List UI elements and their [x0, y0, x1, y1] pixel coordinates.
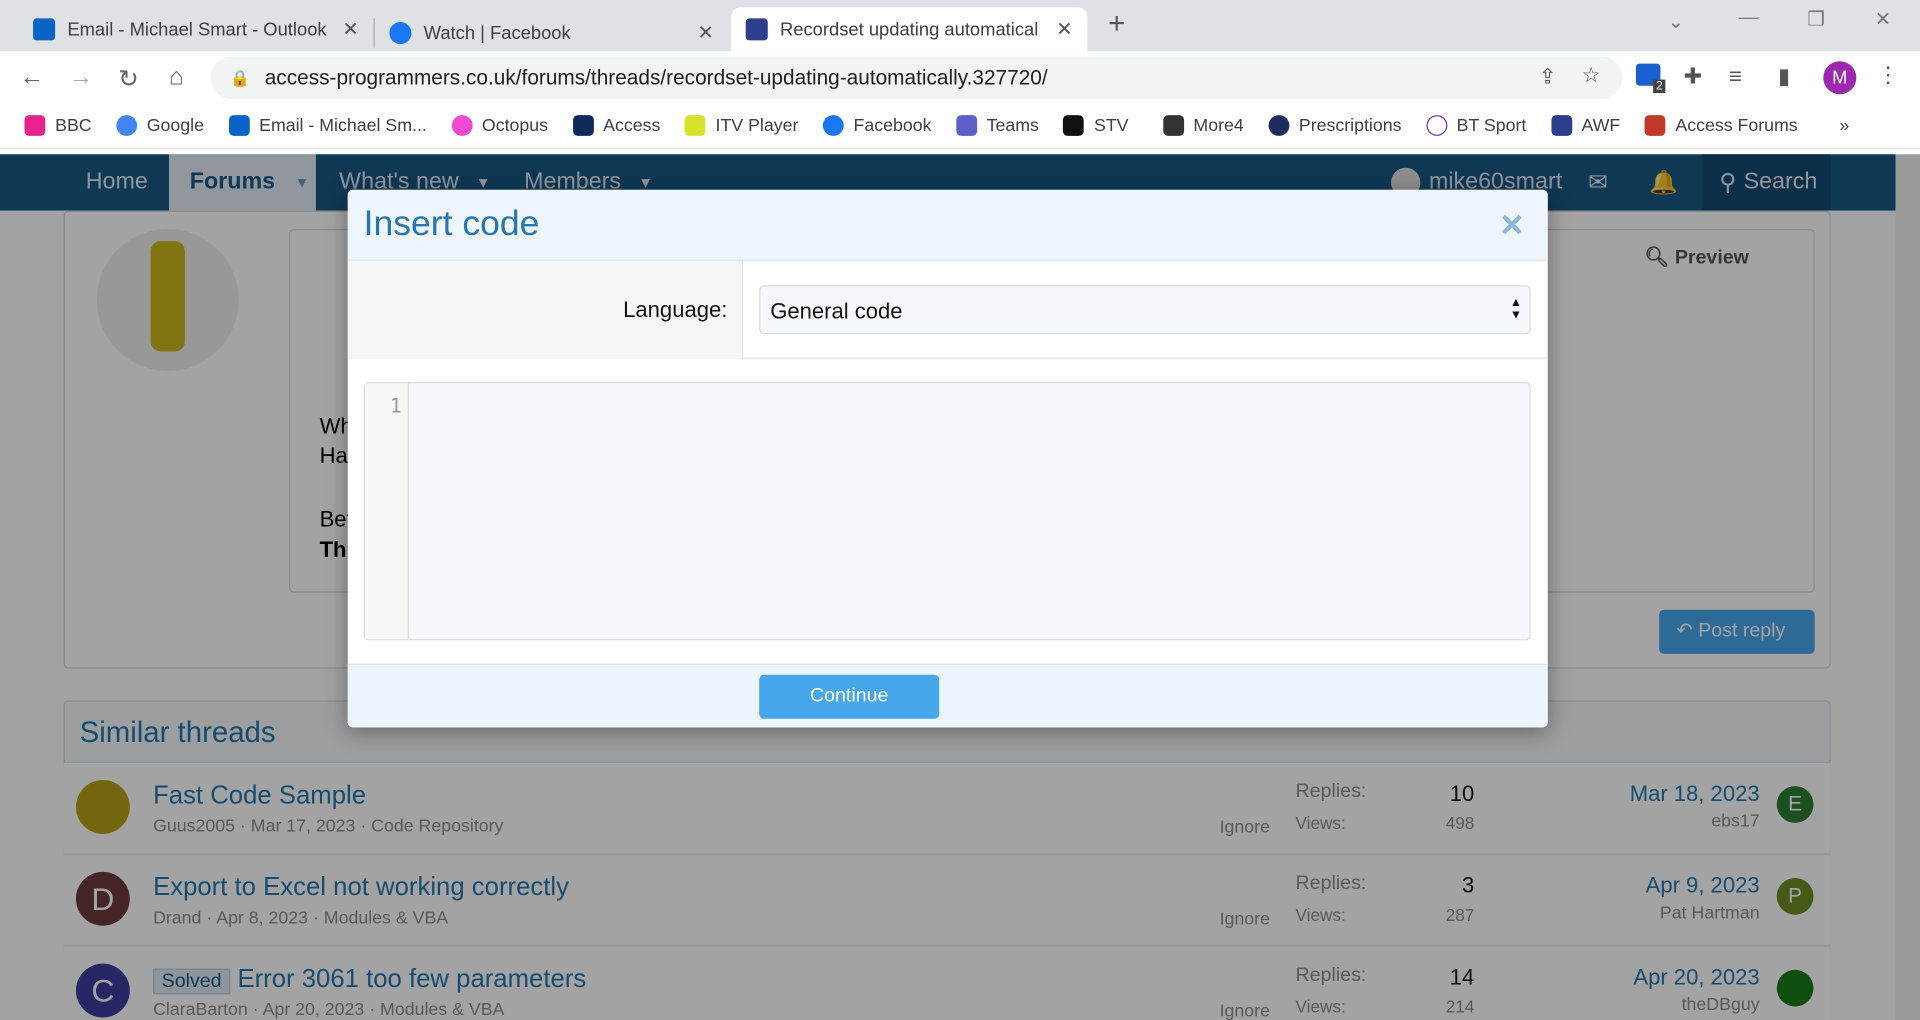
outlook-icon — [33, 18, 56, 41]
extension-badge: 2 — [1653, 79, 1666, 94]
close-tab-icon[interactable]: ✕ — [342, 17, 358, 41]
dialog-title: Insert code — [363, 204, 540, 244]
bookmark[interactable]: Octopus — [451, 115, 548, 136]
address-bar[interactable]: 🔒 access-programmers.co.uk/forums/threads… — [210, 56, 1623, 100]
bookmarks-bar: BBC Google Email - Michael Sm... Octopus… — [0, 103, 1920, 150]
close-icon[interactable]: × — [1500, 202, 1523, 247]
more-bookmarks[interactable]: » — [1839, 116, 1849, 136]
lock-icon: 🔒 — [230, 67, 251, 87]
close-tab-icon[interactable]: ✕ — [697, 21, 713, 45]
tab-title: Recordset updating automatically — [780, 18, 1040, 40]
close-window-button[interactable]: ✕ — [1875, 7, 1891, 31]
extension-icon[interactable]: 2 — [1635, 63, 1666, 94]
minimize-button[interactable]: — — [1739, 7, 1759, 29]
insert-code-dialog: Insert code × Language: General code ▲ ▼ 1… — [347, 189, 1548, 728]
dialog-footer: Continue — [347, 663, 1548, 728]
facebook-icon — [389, 22, 412, 45]
bookmark[interactable]: Google — [116, 115, 204, 136]
reload-button[interactable]: ↻ — [114, 64, 143, 95]
language-label: Language: — [347, 260, 744, 359]
tab-strip: Email - Michael Smart - Outlook ✕ Watch |… — [0, 0, 1920, 52]
bookmark[interactable]: Email - Michael Sm... — [228, 115, 427, 136]
restore-button[interactable]: ❐ — [1807, 7, 1825, 31]
continue-button[interactable]: Continue — [759, 674, 940, 719]
tab-search-icon[interactable]: ⌄ — [1668, 10, 1684, 34]
bookmark[interactable]: More4 — [1162, 115, 1244, 136]
bookmark[interactable]: STV — [1063, 115, 1129, 136]
menu-icon[interactable]: ⋮ — [1877, 62, 1899, 88]
tab-outlook[interactable]: Email - Michael Smart - Outlook ✕ — [18, 7, 373, 51]
bookmark[interactable]: Facebook — [822, 115, 931, 136]
profile-avatar[interactable]: M — [1823, 61, 1857, 95]
close-tab-icon[interactable]: ✕ — [1056, 17, 1072, 41]
tab-title: Email - Michael Smart - Outlook — [67, 18, 327, 40]
language-row: Language: General code ▲ ▼ — [347, 260, 1548, 359]
bookmark[interactable]: BBC — [24, 115, 92, 136]
bookmark[interactable]: BT Sport — [1425, 115, 1526, 136]
tab-facebook[interactable]: Watch | Facebook ✕ — [373, 18, 728, 48]
url-text: access-programmers.co.uk/forums/threads/… — [264, 65, 1048, 89]
code-input[interactable]: 1 — [363, 382, 1531, 641]
home-button[interactable]: ⌂ — [162, 64, 191, 92]
bookmark[interactable]: Prescriptions — [1268, 115, 1401, 136]
bookmark[interactable]: ITV Player — [684, 115, 798, 136]
new-tab-button[interactable]: + — [1108, 7, 1125, 41]
dialog-header: Insert code × — [347, 189, 1548, 261]
bookmark[interactable]: Teams — [955, 115, 1039, 136]
tab-title: Watch | Facebook — [423, 22, 571, 44]
language-select[interactable]: General code ▲ ▼ — [759, 285, 1531, 335]
bookmark[interactable]: Access — [572, 115, 660, 136]
tab-recordset[interactable]: Recordset updating automatically ✕ — [731, 7, 1088, 52]
extensions-puzzle-icon[interactable]: ✚ — [1684, 64, 1702, 90]
side-panel-icon[interactable]: ▮ — [1778, 64, 1790, 90]
line-number-gutter: 1 — [364, 383, 409, 640]
bookmark[interactable]: Access Forums — [1644, 115, 1798, 136]
forward-button[interactable]: → — [66, 64, 95, 92]
media-control-icon[interactable]: ≡ — [1729, 64, 1742, 90]
bookmark[interactable]: AWF — [1550, 115, 1620, 136]
share-icon[interactable]: ⇪ — [1539, 65, 1556, 89]
select-arrows-icon: ▲ ▼ — [1509, 296, 1523, 323]
site-icon — [745, 18, 768, 41]
bookmark-star-icon[interactable]: ☆ — [1582, 64, 1601, 88]
back-button[interactable]: ← — [17, 64, 46, 92]
